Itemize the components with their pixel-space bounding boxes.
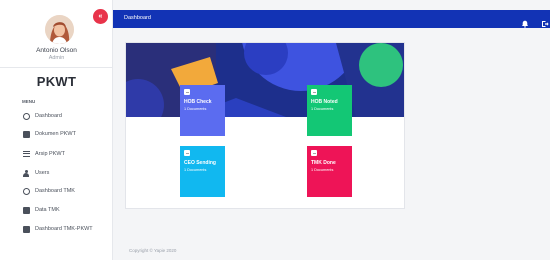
sidebar-item-data-tmk[interactable]: Data TMK <box>22 205 60 215</box>
sidebar: Antonio Olson Admin PKWT MENU Dashboard … <box>0 0 113 260</box>
logout-icon[interactable] <box>541 15 549 27</box>
dashboard-card: HOB Check 1 Documents HOB Noted 1 Docume… <box>125 42 405 209</box>
app-brand: PKWT <box>36 74 77 89</box>
tile-title: CEO Sending <box>184 160 216 166</box>
dashboard-icon <box>22 225 30 233</box>
tile-title: TMK Done <box>311 160 336 166</box>
tile-count: 1 Documents <box>311 168 334 172</box>
tile-title: HOB Noted <box>311 99 338 105</box>
tile-hob-noted[interactable]: HOB Noted 1 Documents <box>307 85 352 136</box>
dashboard-icon <box>22 187 30 195</box>
user-role: Admin <box>48 55 65 61</box>
sidebar-item-dokumen-pkwt[interactable]: Dokumen PKWT <box>22 129 76 139</box>
sidebar-item-label: Dashboard TMK-PKWT <box>35 226 93 232</box>
page-title: Dashboard <box>124 15 151 21</box>
document-icon <box>184 89 190 95</box>
avatar[interactable] <box>45 15 74 44</box>
sidebar-item-label: Dokumen PKWT <box>35 131 76 137</box>
menu-heading: MENU <box>22 99 36 104</box>
sidebar-item-users[interactable]: Users <box>22 168 49 178</box>
sidebar-item-label: Users <box>35 170 50 176</box>
sidebar-item-label: Arsip PKWT <box>35 151 65 157</box>
document-icon <box>311 89 317 95</box>
sidebar-item-dashboard-tmk[interactable]: Dashboard TMK <box>22 186 75 196</box>
bell-icon[interactable] <box>521 15 529 28</box>
copyright-footer: Copyright © Yapie 2020 <box>129 248 177 253</box>
topbar: Dashboard <box>113 10 550 28</box>
sidebar-collapse-button[interactable]: « <box>93 9 108 24</box>
tile-count: 1 Documents <box>184 168 207 172</box>
tile-count: 1 Documents <box>311 107 334 111</box>
tile-tmk-done[interactable]: TMK Done 1 Documents <box>307 146 352 197</box>
archive-icon <box>22 150 30 158</box>
sidebar-item-label: Dashboard <box>35 113 62 119</box>
document-icon <box>184 150 190 156</box>
data-icon <box>22 206 30 214</box>
document-icon <box>311 150 317 156</box>
document-icon <box>22 130 30 138</box>
tile-count: 1 Documents <box>184 107 207 111</box>
hero-banner <box>126 43 404 117</box>
sidebar-item-dashboard[interactable]: Dashboard <box>22 111 62 121</box>
users-icon <box>22 169 30 177</box>
sidebar-item-label: Data TMK <box>35 207 60 213</box>
sidebar-item-dashboard-tmk-pkwt[interactable]: Dashboard TMK-PKWT <box>22 224 93 234</box>
sidebar-divider <box>0 67 113 68</box>
tile-ceo-sending[interactable]: CEO Sending 1 Documents <box>180 146 225 197</box>
tile-title: HOB Check <box>184 99 212 105</box>
dashboard-icon <box>22 112 30 120</box>
user-name: Antonio Olson <box>36 47 77 54</box>
tile-hob-check[interactable]: HOB Check 1 Documents <box>180 85 225 136</box>
sidebar-item-label: Dashboard TMK <box>35 188 75 194</box>
sidebar-item-arsip-pkwt[interactable]: Arsip PKWT <box>22 149 65 159</box>
